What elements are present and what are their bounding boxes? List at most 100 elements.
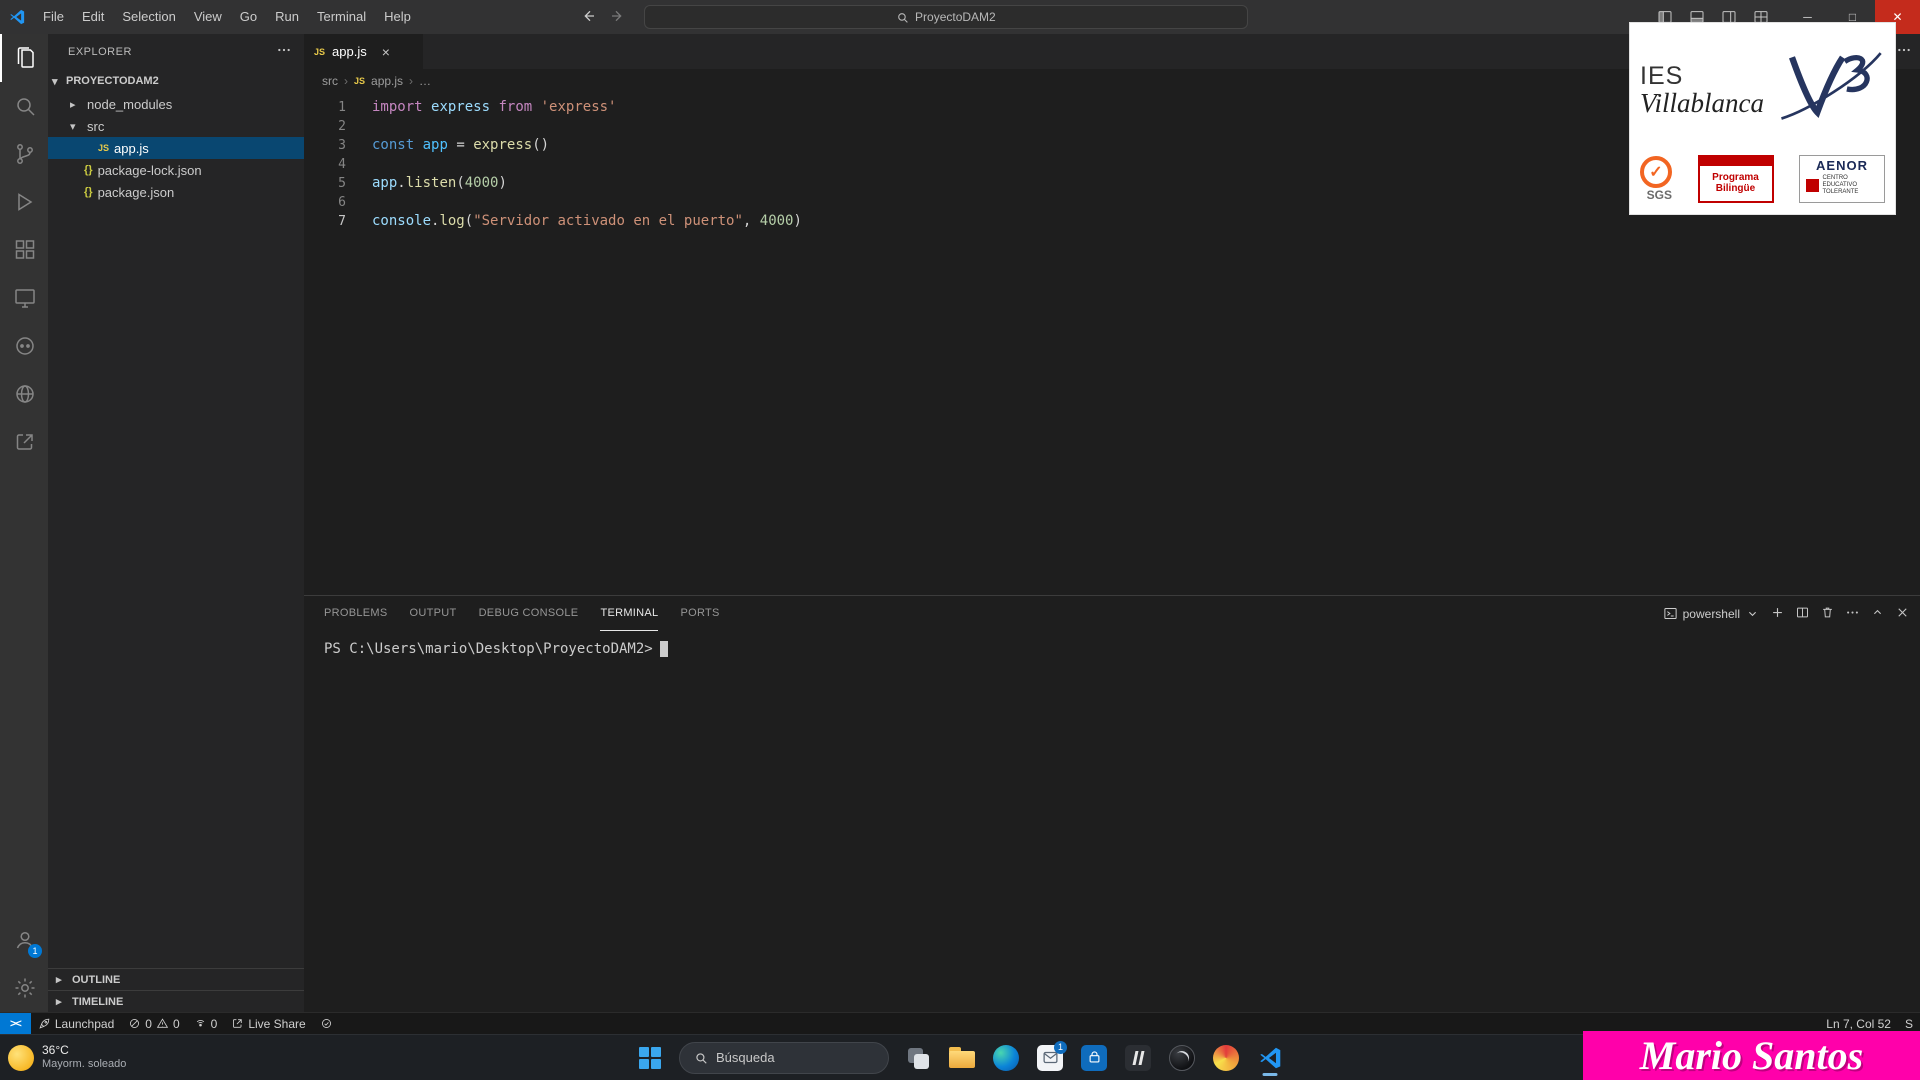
menu-terminal[interactable]: Terminal: [308, 0, 375, 34]
madrid-flag-strip: [1700, 157, 1772, 166]
terminal-prompt: PS C:\Users\mario\Desktop\ProyectoDAM2>: [324, 641, 653, 657]
kill-terminal-icon[interactable]: [1820, 605, 1835, 623]
tree-item-package-lock.json[interactable]: {}package-lock.json: [48, 159, 304, 181]
warning-icon: [156, 1017, 169, 1030]
live-preview-icon[interactable]: [0, 370, 48, 418]
mail-badge: 1: [1054, 1041, 1067, 1054]
weather-temperature: 36°C: [42, 1044, 126, 1058]
json-file-icon: {}: [84, 186, 93, 198]
settings-icon[interactable]: [0, 964, 48, 1012]
breadcrumb-src[interactable]: src: [322, 74, 338, 88]
breadcrumb-file[interactable]: app.js: [371, 74, 403, 88]
menu-edit[interactable]: Edit: [73, 0, 113, 34]
xbox-icon[interactable]: [1163, 1039, 1201, 1077]
school-name-top: IES: [1640, 63, 1764, 89]
copilot-icon[interactable]: [0, 322, 48, 370]
remote-explorer-icon[interactable]: [0, 274, 48, 322]
weather-widget[interactable]: 36°C Mayorm. soleado: [8, 1044, 126, 1070]
menu-run[interactable]: Run: [266, 0, 308, 34]
tree-item-package.json[interactable]: {}package.json: [48, 181, 304, 203]
menu-go[interactable]: Go: [231, 0, 266, 34]
timeline-section[interactable]: ▸ TIMELINE: [48, 990, 304, 1012]
panel-tab-output[interactable]: OUTPUT: [410, 596, 457, 631]
live-share-icon: [231, 1017, 244, 1030]
command-center-label: ProyectoDAM2: [915, 10, 996, 24]
command-center-search[interactable]: ProyectoDAM2: [644, 5, 1248, 29]
run-debug-icon[interactable]: [0, 178, 48, 226]
outline-section[interactable]: ▸ OUTLINE: [48, 968, 304, 990]
breadcrumb-symbol[interactable]: …: [419, 74, 431, 88]
forward-button[interactable]: [610, 8, 626, 27]
remote-indicator[interactable]: ><: [0, 1013, 31, 1034]
aenor-logo: AENOR CENTRO EDUCATIVO TOLERANTE: [1799, 155, 1885, 203]
pinned-app-1-icon[interactable]: [1119, 1039, 1157, 1077]
explorer-more-actions-icon[interactable]: [276, 42, 292, 61]
edge-icon[interactable]: [987, 1039, 1025, 1077]
menu-help[interactable]: Help: [375, 0, 420, 34]
code-text: import express from 'express': [372, 98, 616, 117]
explorer-icon[interactable]: [0, 34, 48, 82]
editor-more-actions-icon[interactable]: [1896, 42, 1912, 61]
launchpad-button[interactable]: Launchpad: [31, 1013, 121, 1034]
back-button[interactable]: [580, 8, 596, 27]
pinned-app-2-icon[interactable]: [1207, 1039, 1245, 1077]
close-panel-icon[interactable]: [1895, 605, 1910, 623]
line-number: 1: [304, 98, 362, 117]
search-icon[interactable]: [0, 82, 48, 130]
close-tab-icon[interactable]: ×: [382, 44, 390, 60]
chevron-down-icon: [1745, 606, 1760, 621]
shell-name: powershell: [1683, 607, 1740, 621]
file-explorer-icon[interactable]: [943, 1039, 981, 1077]
terminal-icon: [1663, 606, 1678, 621]
panel-tab-ports[interactable]: PORTS: [680, 596, 719, 631]
mail-icon[interactable]: 1: [1031, 1039, 1069, 1077]
live-share-label: Live Share: [248, 1017, 305, 1031]
menu-selection[interactable]: Selection: [113, 0, 184, 34]
school-logo-overlay: IES Villablanca ✓ SGS Programa Bilingüe …: [1629, 22, 1896, 215]
menu-bar: FileEditSelectionViewGoRunTerminalHelp: [34, 0, 420, 34]
source-control-icon[interactable]: [0, 130, 48, 178]
file-tree: ▸node_modules▾srcJSapp.js{}package-lock.…: [48, 93, 304, 203]
error-icon: [128, 1017, 141, 1030]
task-view-icon[interactable]: [899, 1039, 937, 1077]
panel-tab-terminal[interactable]: TERMINAL: [600, 596, 658, 631]
menu-file[interactable]: File: [34, 0, 73, 34]
tree-item-src[interactable]: ▾src: [48, 115, 304, 137]
live-share-button[interactable]: Live Share: [224, 1013, 312, 1034]
chevron-right-icon: ▸: [56, 995, 68, 1008]
taskbar-center: Búsqueda 1: [631, 1039, 1289, 1077]
explorer-title: EXPLORER: [68, 46, 132, 58]
account-icon[interactable]: 1: [0, 916, 48, 964]
panel-more-actions-icon[interactable]: [1845, 605, 1860, 623]
store-icon[interactable]: [1075, 1039, 1113, 1077]
tree-item-app.js[interactable]: JSapp.js: [48, 137, 304, 159]
tree-item-label: src: [87, 119, 104, 134]
terminal[interactable]: PS C:\Users\mario\Desktop\ProyectoDAM2>: [304, 631, 1920, 1012]
tree-item-node_modules[interactable]: ▸node_modules: [48, 93, 304, 115]
maximize-panel-icon[interactable]: [1870, 605, 1885, 623]
bilingual-label-1: Programa: [1712, 173, 1759, 184]
taskbar-search[interactable]: Búsqueda: [679, 1042, 889, 1074]
problems-indicator[interactable]: 0 0: [121, 1013, 186, 1034]
tab-appjs[interactable]: JS app.js ×: [304, 34, 424, 69]
new-terminal-icon[interactable]: [1770, 605, 1785, 623]
vscode-icon[interactable]: [1251, 1039, 1289, 1077]
line-number: 4: [304, 155, 362, 174]
timeline-label: TIMELINE: [72, 996, 123, 1008]
formatter-check[interactable]: [313, 1013, 340, 1034]
split-terminal-icon[interactable]: [1795, 605, 1810, 623]
tree-root-folder[interactable]: ▾ PROYECTODAM2: [48, 69, 304, 93]
shell-selector[interactable]: powershell: [1663, 606, 1760, 621]
start-button[interactable]: [631, 1039, 669, 1077]
live-share-icon[interactable]: [0, 418, 48, 466]
activity-top: [0, 34, 48, 466]
cursor-position-label: Ln 7, Col 52: [1826, 1017, 1891, 1031]
extensions-icon[interactable]: [0, 226, 48, 274]
warning-count: 0: [173, 1017, 180, 1031]
ports-indicator[interactable]: 0: [187, 1013, 225, 1034]
panel-tab-debug-console[interactable]: DEBUG CONSOLE: [479, 596, 579, 631]
aenor-caption: CENTRO EDUCATIVO TOLERANTE: [1823, 175, 1879, 196]
menu-view[interactable]: View: [185, 0, 231, 34]
panel-tab-problems[interactable]: PROBLEMS: [324, 596, 388, 631]
error-count: 0: [145, 1017, 152, 1031]
